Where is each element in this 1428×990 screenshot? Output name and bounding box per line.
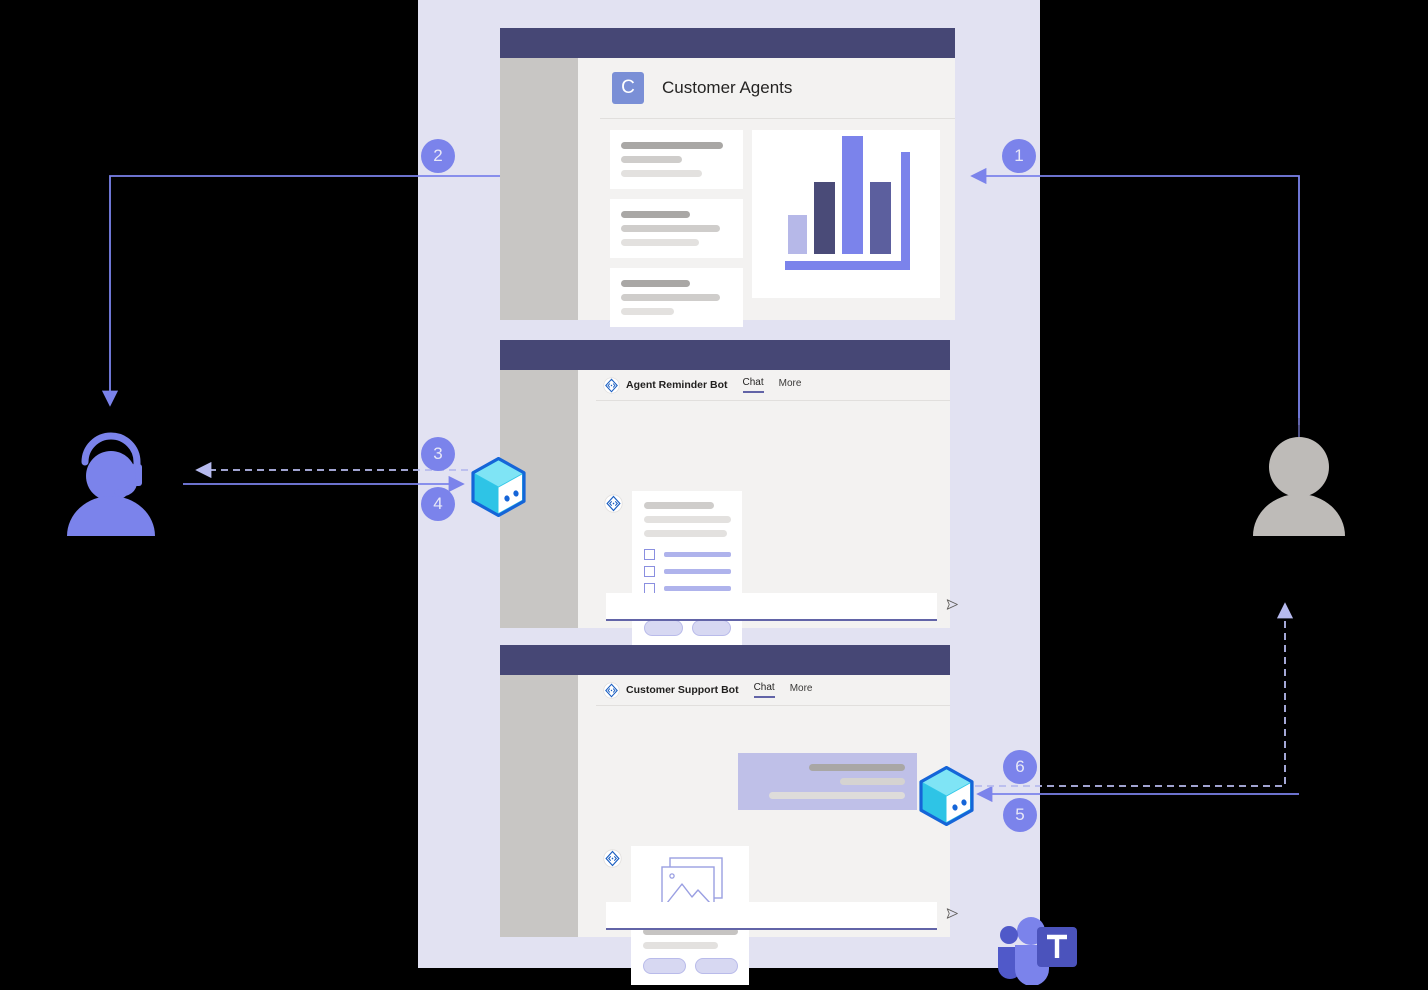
card-action-button[interactable] (692, 620, 731, 636)
step-badge-3: 3 (421, 437, 455, 471)
chat-area (596, 401, 958, 647)
step-badge-5: 5 (1003, 798, 1037, 832)
window-body: Agent Reminder Bot Chat More (578, 370, 958, 647)
card-action-button[interactable] (695, 958, 738, 974)
list-item[interactable] (610, 268, 743, 327)
skeleton-line (621, 170, 703, 177)
checkbox-label (664, 586, 731, 591)
chart-axis-x (785, 261, 910, 270)
skeleton-line (839, 778, 905, 785)
tab-chat[interactable]: Chat (753, 682, 775, 698)
step-badge-2: 2 (421, 139, 455, 173)
skeleton-line (621, 211, 690, 218)
skeleton-line (621, 308, 675, 315)
analytics-chart-card (752, 130, 940, 298)
message-compose-box[interactable] (606, 902, 958, 930)
bar-chart (785, 136, 910, 270)
microsoft-teams-logo (995, 915, 1083, 986)
send-icon[interactable] (946, 598, 959, 616)
message-compose-box[interactable] (606, 593, 958, 621)
bot-name: Agent Reminder Bot (626, 379, 728, 391)
checkbox-label (664, 569, 731, 574)
customer-icon (1245, 430, 1353, 536)
adaptive-card[interactable] (632, 491, 742, 647)
bot-header: Customer Support Bot Chat More (596, 675, 950, 706)
app-content (600, 119, 955, 327)
skeleton-line (643, 942, 719, 949)
checkbox-icon[interactable] (644, 549, 655, 560)
window-titlebar (500, 340, 950, 370)
bot-message (604, 491, 742, 647)
app-avatar: C (612, 72, 644, 104)
support-bot-cube-icon (918, 765, 975, 827)
window-titlebar (500, 28, 955, 58)
diagram-canvas: C Customer Agents Agent Reminder Bot Cha… (0, 0, 1428, 990)
window-titlebar (500, 645, 950, 675)
chart-axis-y (901, 152, 910, 270)
step-badge-4: 4 (421, 487, 455, 521)
bot-header: Agent Reminder Bot Chat More (596, 370, 950, 401)
bot-avatar-icon (604, 494, 623, 513)
skeleton-line (644, 530, 727, 537)
card-actions (644, 620, 731, 636)
chart-bar (870, 182, 891, 254)
skeleton-line (644, 502, 714, 509)
window-customer-agents[interactable]: C Customer Agents (500, 28, 955, 327)
checkbox-row[interactable] (644, 566, 731, 577)
app-title: Customer Agents (662, 78, 793, 97)
card-action-button[interactable] (644, 620, 683, 636)
tab-chat[interactable]: Chat (742, 377, 764, 393)
tab-more[interactable]: More (779, 378, 802, 392)
card-action-button[interactable] (643, 958, 686, 974)
window-body: C Customer Agents (578, 58, 955, 327)
step-badge-6: 6 (1003, 750, 1037, 784)
list-item[interactable] (610, 130, 743, 189)
card-actions (643, 958, 738, 974)
chat-area (596, 706, 958, 985)
agent-list (610, 130, 743, 337)
user-message (738, 753, 917, 810)
list-item[interactable] (610, 199, 743, 258)
checkbox-icon[interactable] (644, 566, 655, 577)
chart-bar (788, 215, 807, 254)
window-left-rail (500, 58, 578, 320)
tab-more[interactable]: More (790, 683, 813, 697)
chart-bar (814, 182, 835, 254)
bot-name: Customer Support Bot (626, 684, 739, 696)
skeleton-line (621, 239, 699, 246)
skeleton-line (644, 516, 731, 523)
skeleton-line (621, 294, 720, 301)
window-customer-support-bot[interactable]: Customer Support Bot Chat More (500, 645, 958, 985)
app-header: C Customer Agents (600, 58, 955, 119)
window-agent-reminder-bot[interactable]: Agent Reminder Bot Chat More (500, 340, 958, 647)
skeleton-line (621, 280, 690, 287)
checkbox-row[interactable] (644, 549, 731, 560)
support-agent-icon (55, 418, 167, 536)
step-badge-1: 1 (1002, 139, 1036, 173)
checkbox-label (664, 552, 731, 557)
bot-icon (603, 376, 620, 394)
chart-bar (842, 136, 863, 254)
send-icon[interactable] (946, 907, 959, 925)
skeleton-line (808, 764, 905, 771)
reminder-bot-cube-icon (470, 456, 527, 518)
skeleton-line (621, 225, 720, 232)
skeleton-line (621, 142, 724, 149)
bot-icon (603, 681, 620, 699)
window-left-rail (500, 675, 578, 937)
bot-avatar-icon (603, 849, 622, 868)
skeleton-line (768, 792, 905, 799)
window-body: Customer Support Bot Chat More (578, 675, 958, 985)
skeleton-line (621, 156, 683, 163)
